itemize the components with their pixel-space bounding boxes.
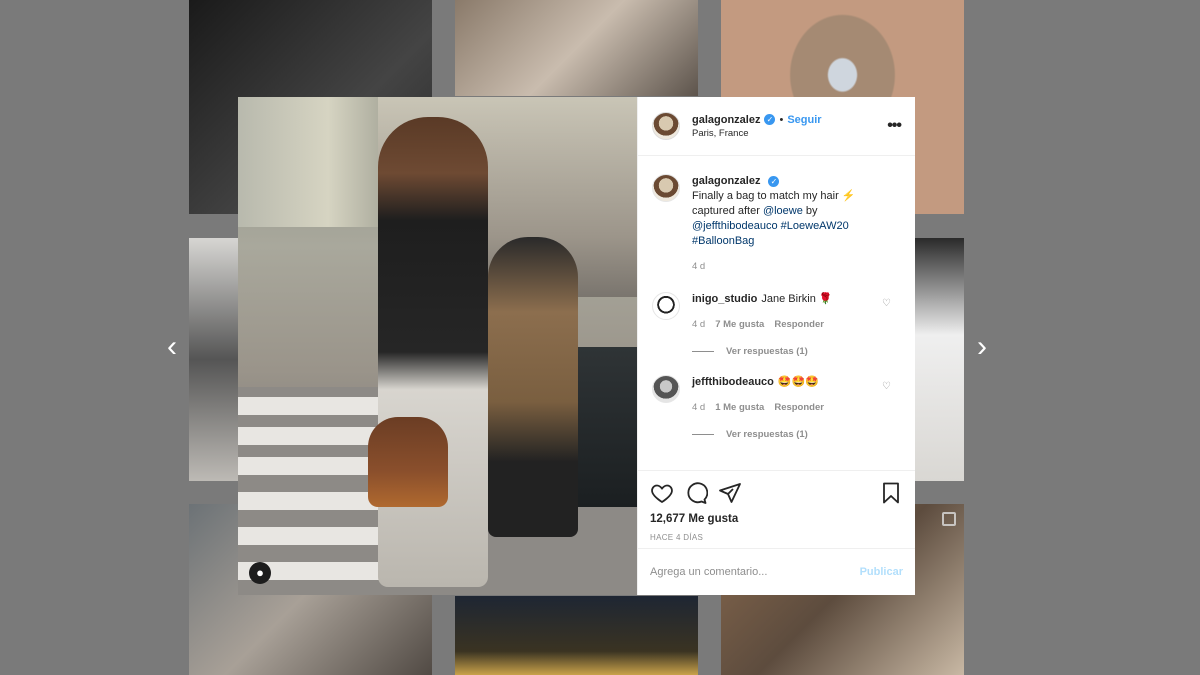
post-modal: ● galagonzalez ✓ • Seguir Paris, France …	[238, 97, 915, 595]
post-timestamp: HACE 4 DÍAS	[650, 533, 704, 542]
view-replies-button[interactable]: Ver respuestas (1)	[692, 346, 901, 357]
avatar[interactable]	[652, 174, 680, 202]
comments-section[interactable]: galagonzalez ✓ Finally a bag to match my …	[638, 156, 915, 470]
comment-time: 4 d	[692, 319, 706, 330]
reply-button[interactable]: Responder	[774, 317, 824, 332]
hashtag-link[interactable]: #BalloonBag	[692, 235, 754, 247]
post-header: galagonzalez ✓ • Seguir Paris, France ••…	[638, 97, 915, 156]
avatar[interactable]	[652, 292, 680, 320]
post-author-username[interactable]: galagonzalez	[692, 114, 760, 126]
like-comment-heart-icon[interactable]: ♡	[882, 381, 891, 392]
post-sidebar: galagonzalez ✓ • Seguir Paris, France ••…	[637, 97, 915, 595]
caption-username[interactable]: galagonzalez	[692, 175, 760, 187]
more-options-icon[interactable]: •••	[887, 117, 902, 135]
likes-count[interactable]: 12,677 Me gusta	[650, 513, 903, 525]
grid-thumbnail[interactable]	[915, 238, 964, 481]
comment-username[interactable]: jeffthibodeauco	[692, 376, 774, 388]
avatar[interactable]	[652, 112, 680, 140]
previous-post-arrow-icon[interactable]: ‹	[160, 332, 184, 362]
verified-badge-icon: ✓	[768, 176, 780, 187]
comment-likes[interactable]: 1 Me gusta	[715, 400, 764, 415]
multiple-images-icon	[942, 512, 956, 526]
save-bookmark-icon[interactable]	[879, 481, 903, 505]
publish-comment-button[interactable]: Publicar	[860, 566, 903, 578]
caption-time: 4 d	[692, 261, 706, 272]
like-comment-heart-icon[interactable]: ♡	[882, 298, 891, 309]
view-replies-button[interactable]: Ver respuestas (1)	[692, 429, 901, 440]
comment-item: inigo_studio Jane Birkin 🌹 4 d 7 Me gusta…	[652, 292, 901, 332]
caption: galagonzalez ✓ Finally a bag to match my …	[652, 174, 901, 274]
follow-button[interactable]: Seguir	[787, 114, 821, 126]
comment-username[interactable]: inigo_studio	[692, 293, 757, 305]
grid-thumbnail[interactable]	[455, 596, 698, 675]
comment-text: 🤩🤩🤩	[777, 376, 819, 388]
post-photo[interactable]: ●	[238, 97, 637, 595]
post-location[interactable]: Paris, France	[692, 128, 822, 139]
mention-link[interactable]: @loewe	[763, 205, 803, 217]
next-post-arrow-icon[interactable]: ›	[970, 332, 994, 362]
caption-text: Finally a bag to match my hair ⚡ capture…	[692, 190, 856, 247]
mention-link[interactable]: @jeffthibodeauco	[692, 220, 778, 232]
comment-bubble-icon[interactable]	[684, 481, 708, 505]
like-heart-icon[interactable]	[650, 481, 674, 505]
comment-input[interactable]	[650, 566, 860, 578]
post-actions: 12,677 Me gusta HACE 4 DÍAS	[638, 470, 915, 548]
tagged-users-icon[interactable]: ●	[249, 562, 271, 584]
add-comment-bar: Publicar	[638, 548, 915, 595]
comment-text: Jane Birkin 🌹	[761, 293, 833, 305]
comment-item: jeffthibodeauco 🤩🤩🤩 4 d 1 Me gusta Respon…	[652, 375, 901, 415]
grid-thumbnail[interactable]	[455, 0, 698, 96]
reply-button[interactable]: Responder	[774, 400, 824, 415]
share-paper-plane-icon[interactable]	[718, 481, 742, 505]
hashtag-link[interactable]: #LoeweAW20	[778, 220, 849, 232]
avatar[interactable]	[652, 375, 680, 403]
comment-time: 4 d	[692, 402, 706, 413]
verified-badge-icon: ✓	[764, 114, 776, 125]
grid-thumbnail[interactable]	[189, 238, 238, 481]
comment-likes[interactable]: 7 Me gusta	[715, 317, 764, 332]
